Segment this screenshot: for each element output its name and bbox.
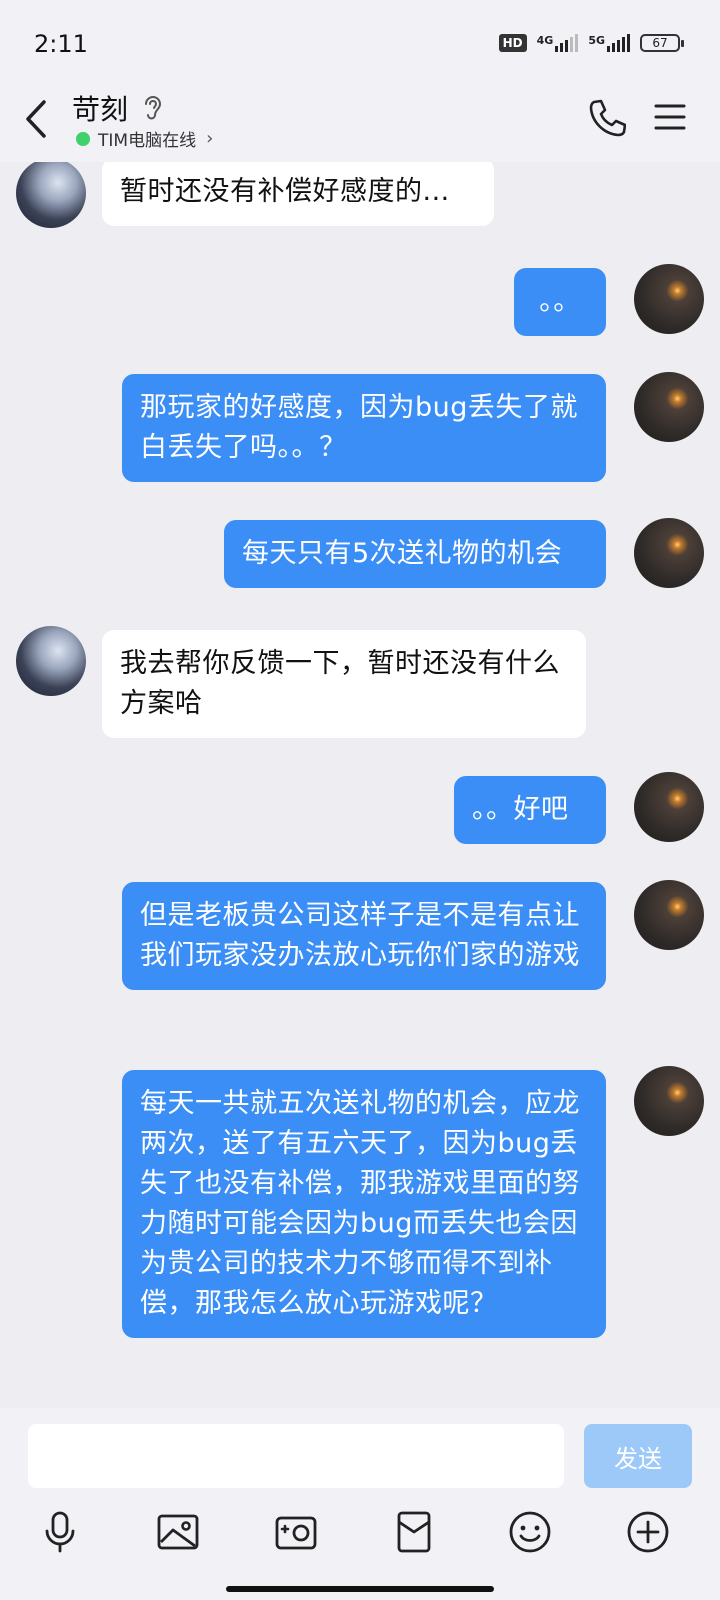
image-icon[interactable] [156,1510,200,1554]
battery-icon: 67 [640,34,684,52]
ear-icon[interactable] [140,92,166,122]
message-bubble[interactable]: 暂时还没有补偿好感度的... [102,162,494,226]
emoji-icon[interactable] [508,1510,552,1554]
presence-text: TIM电脑在线 [98,131,197,151]
back-button[interactable] [18,94,58,144]
message-bubble[interactable]: 那玩家的好感度，因为bug丢失了就白丢失了吗。。？ [122,374,606,482]
signal-4g-icon: 4G [537,34,579,52]
message-input[interactable] [28,1424,564,1488]
voice-call-button[interactable] [586,96,627,140]
contact-avatar[interactable] [16,162,86,228]
my-avatar[interactable] [634,880,704,950]
message-bubble[interactable]: 。。 [514,268,606,336]
message-bubble[interactable]: 每天只有5次送礼物的机会 [224,520,606,588]
message-bubble[interactable]: 但是老板贵公司这样子是不是有点让我们玩家没办法放心玩你们家的游戏 [122,882,606,990]
camera-icon[interactable] [274,1510,318,1554]
contact-name[interactable]: 苛刻 [72,88,128,128]
my-avatar[interactable] [634,518,704,588]
my-avatar[interactable] [634,1066,704,1136]
message-list[interactable]: 暂时还没有补偿好感度的... 。。 那玩家的好感度，因为bug丢失了就白丢失了吗… [0,162,720,1408]
my-avatar[interactable] [634,772,704,842]
message-bubble[interactable]: 我去帮你反馈一下，暂时还没有什么方案哈 [102,630,586,738]
back-arrow-icon [26,100,46,138]
message-bubble[interactable]: 每天一共就五次送礼物的机会，应龙两次，送了有五六天了，因为bug丢失了也没有补偿… [122,1070,606,1338]
my-avatar[interactable] [634,372,704,442]
send-button[interactable]: 发送 [584,1424,692,1488]
status-icons: HD 4G 5G 67 [498,34,684,52]
my-avatar[interactable] [634,264,704,334]
composer-toolbar [0,1510,720,1560]
red-packet-icon[interactable] [392,1510,436,1554]
phone-icon [589,99,627,137]
hd-badge: HD [498,34,527,52]
contact-avatar[interactable] [16,626,86,696]
plus-icon[interactable] [626,1510,670,1554]
status-bar: 2:11 HD 4G 5G 67 [0,0,720,80]
menu-button[interactable] [652,100,688,134]
composer: 发送 [0,1408,720,1600]
chat-header: 苛刻 TIM电脑在线 › [0,80,720,162]
status-time: 2:11 [34,30,88,58]
microphone-icon[interactable] [38,1510,82,1554]
message-bubble[interactable]: 。。好吧 [454,776,606,844]
online-dot-icon [76,131,90,146]
menu-icon [654,104,686,130]
presence-status[interactable]: TIM电脑在线 › [76,126,213,151]
chevron-right-icon: › [206,128,214,149]
home-indicator[interactable] [226,1586,494,1592]
signal-5g-icon: 5G [588,34,630,52]
